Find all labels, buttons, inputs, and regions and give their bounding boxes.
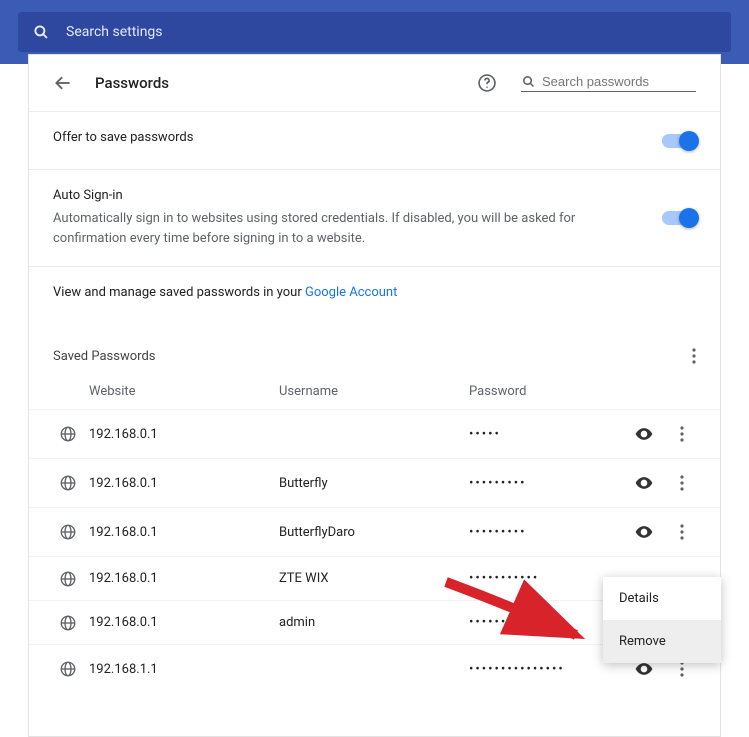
row-username: ZTE WIX — [279, 571, 469, 586]
row-username: Butterfly — [279, 476, 469, 491]
row-username: ButterflyDaro — [279, 525, 469, 540]
show-password-button[interactable] — [634, 473, 654, 493]
account-prefix: View and manage saved passwords in your — [53, 285, 305, 300]
back-button[interactable] — [53, 73, 73, 93]
row-website[interactable]: 192.168.0.1 — [89, 476, 279, 491]
offer-save-toggle[interactable] — [662, 134, 696, 148]
search-icon — [32, 23, 50, 41]
saved-passwords-menu[interactable] — [692, 348, 696, 364]
page-title: Passwords — [95, 74, 477, 92]
row-password: ••••• — [469, 427, 634, 442]
saved-passwords-title: Saved Passwords — [53, 349, 692, 364]
row-website[interactable]: 192.168.0.1 — [89, 525, 279, 540]
col-password: Password — [469, 384, 696, 399]
globe-icon — [59, 570, 77, 588]
show-password-button[interactable] — [634, 522, 654, 542]
row-menu-button[interactable] — [680, 524, 696, 540]
globe-icon — [59, 614, 77, 632]
row-password: ••••••••• — [469, 476, 634, 491]
row-menu-button[interactable] — [680, 661, 696, 677]
col-username: Username — [279, 384, 469, 399]
row-website[interactable]: 192.168.0.1 — [89, 427, 279, 442]
search-settings-placeholder: Search settings — [66, 24, 163, 40]
col-website: Website — [89, 384, 279, 399]
row-website[interactable]: 192.168.0.1 — [89, 571, 279, 586]
table-row: 192.168.0.1ButterflyDaro••••••••• — [29, 507, 720, 556]
globe-icon — [59, 523, 77, 541]
search-settings-field[interactable]: Search settings — [18, 12, 731, 52]
auto-signin-toggle[interactable] — [662, 211, 696, 225]
table-row: 192.168.0.1 ••••• — [29, 409, 720, 458]
search-icon — [521, 74, 536, 89]
menu-details[interactable]: Details — [603, 577, 721, 620]
search-passwords-input[interactable] — [542, 74, 696, 89]
row-username: admin — [279, 615, 469, 630]
row-context-menu: Details Remove — [603, 577, 721, 663]
row-website[interactable]: 192.168.0.1 — [89, 615, 279, 630]
globe-icon — [59, 660, 77, 678]
show-password-button[interactable] — [634, 424, 654, 444]
auto-signin-label: Auto Sign-in — [53, 188, 634, 203]
help-button[interactable] — [477, 73, 497, 93]
search-passwords-field[interactable] — [521, 74, 696, 92]
globe-icon — [59, 474, 77, 492]
globe-icon — [59, 425, 77, 443]
table-row: 192.168.0.1Butterfly••••••••• — [29, 458, 720, 507]
offer-save-label: Offer to save passwords — [53, 130, 634, 145]
google-account-link[interactable]: Google Account — [305, 285, 397, 300]
row-password: ••••••••••••••• — [469, 662, 634, 677]
auto-signin-desc: Automatically sign in to websites using … — [53, 209, 634, 248]
row-menu-button[interactable] — [680, 426, 696, 442]
row-password: ••••••••• — [469, 525, 634, 540]
menu-remove[interactable]: Remove — [603, 620, 721, 663]
row-website[interactable]: 192.168.1.1 — [89, 662, 279, 677]
row-menu-button[interactable] — [680, 475, 696, 491]
